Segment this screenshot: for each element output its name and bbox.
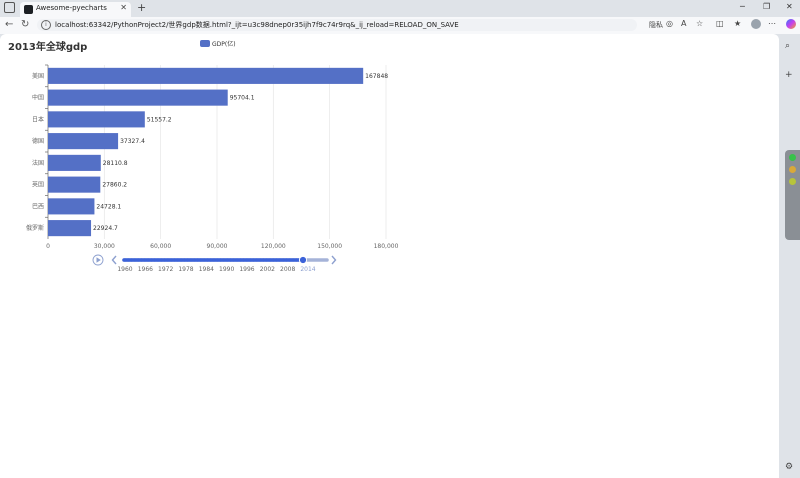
timeline-point[interactable] <box>126 258 130 262</box>
timeline-point[interactable] <box>228 258 233 262</box>
data-label: 22924.7 <box>93 225 118 232</box>
timeline-point[interactable] <box>235 258 239 262</box>
timeline-point[interactable] <box>129 258 134 262</box>
prev-icon[interactable] <box>111 255 117 265</box>
timeline-point[interactable] <box>271 258 275 262</box>
timeline-point[interactable] <box>133 258 137 262</box>
timeline-point[interactable] <box>294 258 299 262</box>
data-label: 24728.1 <box>96 203 121 210</box>
y-tick-label: 巴西 <box>32 203 44 210</box>
timeline-point[interactable] <box>251 258 256 262</box>
timeline-point[interactable] <box>199 258 203 262</box>
timeline-point[interactable] <box>209 258 213 262</box>
timeline-point[interactable] <box>248 258 252 262</box>
timeline-point[interactable] <box>291 258 295 262</box>
data-label: 37327.4 <box>120 138 145 145</box>
y-tick-label: 中国 <box>32 94 44 102</box>
timeline-label[interactable]: 2002 <box>260 266 275 273</box>
data-label: 95704.1 <box>230 95 255 102</box>
timeline-point[interactable] <box>143 258 147 262</box>
y-tick-label: 德国 <box>32 137 44 145</box>
timeline-label[interactable]: 1996 <box>239 266 254 273</box>
data-label: 167848 <box>365 73 388 80</box>
timeline-point[interactable] <box>202 258 206 262</box>
timeline-point[interactable] <box>166 258 170 262</box>
timeline-point[interactable] <box>159 258 163 262</box>
timeline-point[interactable] <box>179 258 183 262</box>
data-label: 51557.2 <box>147 116 172 123</box>
y-tick-label: 日本 <box>32 115 44 123</box>
timeline-point[interactable] <box>275 258 279 262</box>
y-tick-label: 英国 <box>32 181 44 189</box>
data-label: 27860.2 <box>102 182 127 189</box>
timeline-point[interactable] <box>288 258 292 262</box>
bar-8[interactable] <box>48 220 92 237</box>
bar-6[interactable] <box>48 176 101 193</box>
timeline-point[interactable] <box>215 258 219 262</box>
x-tick-label: 150,000 <box>317 243 342 250</box>
x-tick-label: 180,000 <box>374 243 399 250</box>
timeline-point[interactable] <box>149 258 153 262</box>
timeline-point[interactable] <box>172 258 177 262</box>
timeline-point[interactable] <box>218 258 223 262</box>
timeline-point[interactable] <box>153 258 157 262</box>
timeline-point[interactable] <box>242 258 246 262</box>
timeline-point[interactable] <box>146 258 150 262</box>
timeline-point[interactable] <box>261 258 266 262</box>
timeline-point[interactable] <box>189 258 193 262</box>
timeline-point[interactable] <box>255 258 259 262</box>
timeline-label[interactable]: 1978 <box>178 266 193 273</box>
timeline-point[interactable] <box>136 258 140 262</box>
timeline-point[interactable] <box>281 258 285 262</box>
x-tick-label: 60,000 <box>150 243 171 250</box>
timeline-point[interactable] <box>268 258 272 262</box>
timeline-label[interactable]: 2008 <box>280 266 295 273</box>
timeline-point[interactable] <box>238 258 242 262</box>
y-tick-label: 法国 <box>32 159 44 167</box>
timeline-label[interactable]: 1960 <box>117 266 132 273</box>
timeline-point[interactable] <box>222 258 226 262</box>
x-tick-label: 120,000 <box>261 243 286 250</box>
timeline-point[interactable] <box>182 258 186 262</box>
timeline-point[interactable] <box>245 258 249 262</box>
timeline-point[interactable] <box>205 258 210 262</box>
timeline-label[interactable]: 1984 <box>199 266 214 273</box>
timeline-point[interactable] <box>195 258 200 262</box>
timeline-point[interactable] <box>156 258 160 262</box>
bar-7[interactable] <box>48 198 95 215</box>
timeline-point[interactable] <box>192 258 196 262</box>
timeline-label[interactable]: 2014 <box>300 266 315 273</box>
bar-5[interactable] <box>48 154 101 171</box>
bar-3[interactable] <box>48 111 145 128</box>
timeline-label[interactable]: 1990 <box>219 266 234 273</box>
timeline-point[interactable] <box>162 258 167 262</box>
timeline-point[interactable] <box>212 258 216 262</box>
y-tick-label: 俄罗斯 <box>26 224 44 232</box>
x-tick-label: 90,000 <box>207 243 228 250</box>
gdp-bar-chart: 0 30,000 60,000 90,000 120,000 150,000 180,000… <box>26 64 399 273</box>
data-label: 28110.8 <box>103 160 128 167</box>
bar-2[interactable] <box>48 89 228 106</box>
timeline-point[interactable] <box>232 258 236 262</box>
timeline-point[interactable] <box>186 258 190 262</box>
next-icon[interactable] <box>331 255 337 265</box>
bar-1[interactable] <box>48 67 364 84</box>
bar-4[interactable] <box>48 133 119 150</box>
timeline-point[interactable] <box>258 258 262 262</box>
timeline-label[interactable]: 1972 <box>158 266 173 273</box>
timeline-point[interactable] <box>265 258 269 262</box>
play-icon <box>96 257 101 263</box>
timeline-point[interactable] <box>284 258 289 262</box>
timeline-point[interactable] <box>278 258 282 262</box>
timeline-point[interactable] <box>225 258 229 262</box>
timeline-point[interactable] <box>169 258 173 262</box>
timeline-label[interactable]: 1966 <box>138 266 153 273</box>
timeline-point[interactable] <box>176 258 180 262</box>
timeline-point[interactable] <box>139 258 144 262</box>
x-tick-label: 30,000 <box>94 243 115 250</box>
timeline-point[interactable] <box>123 258 127 262</box>
timeline-current-point[interactable] <box>298 255 308 265</box>
x-tick-label: 0 <box>46 243 50 250</box>
y-tick-label: 美国 <box>32 72 44 80</box>
